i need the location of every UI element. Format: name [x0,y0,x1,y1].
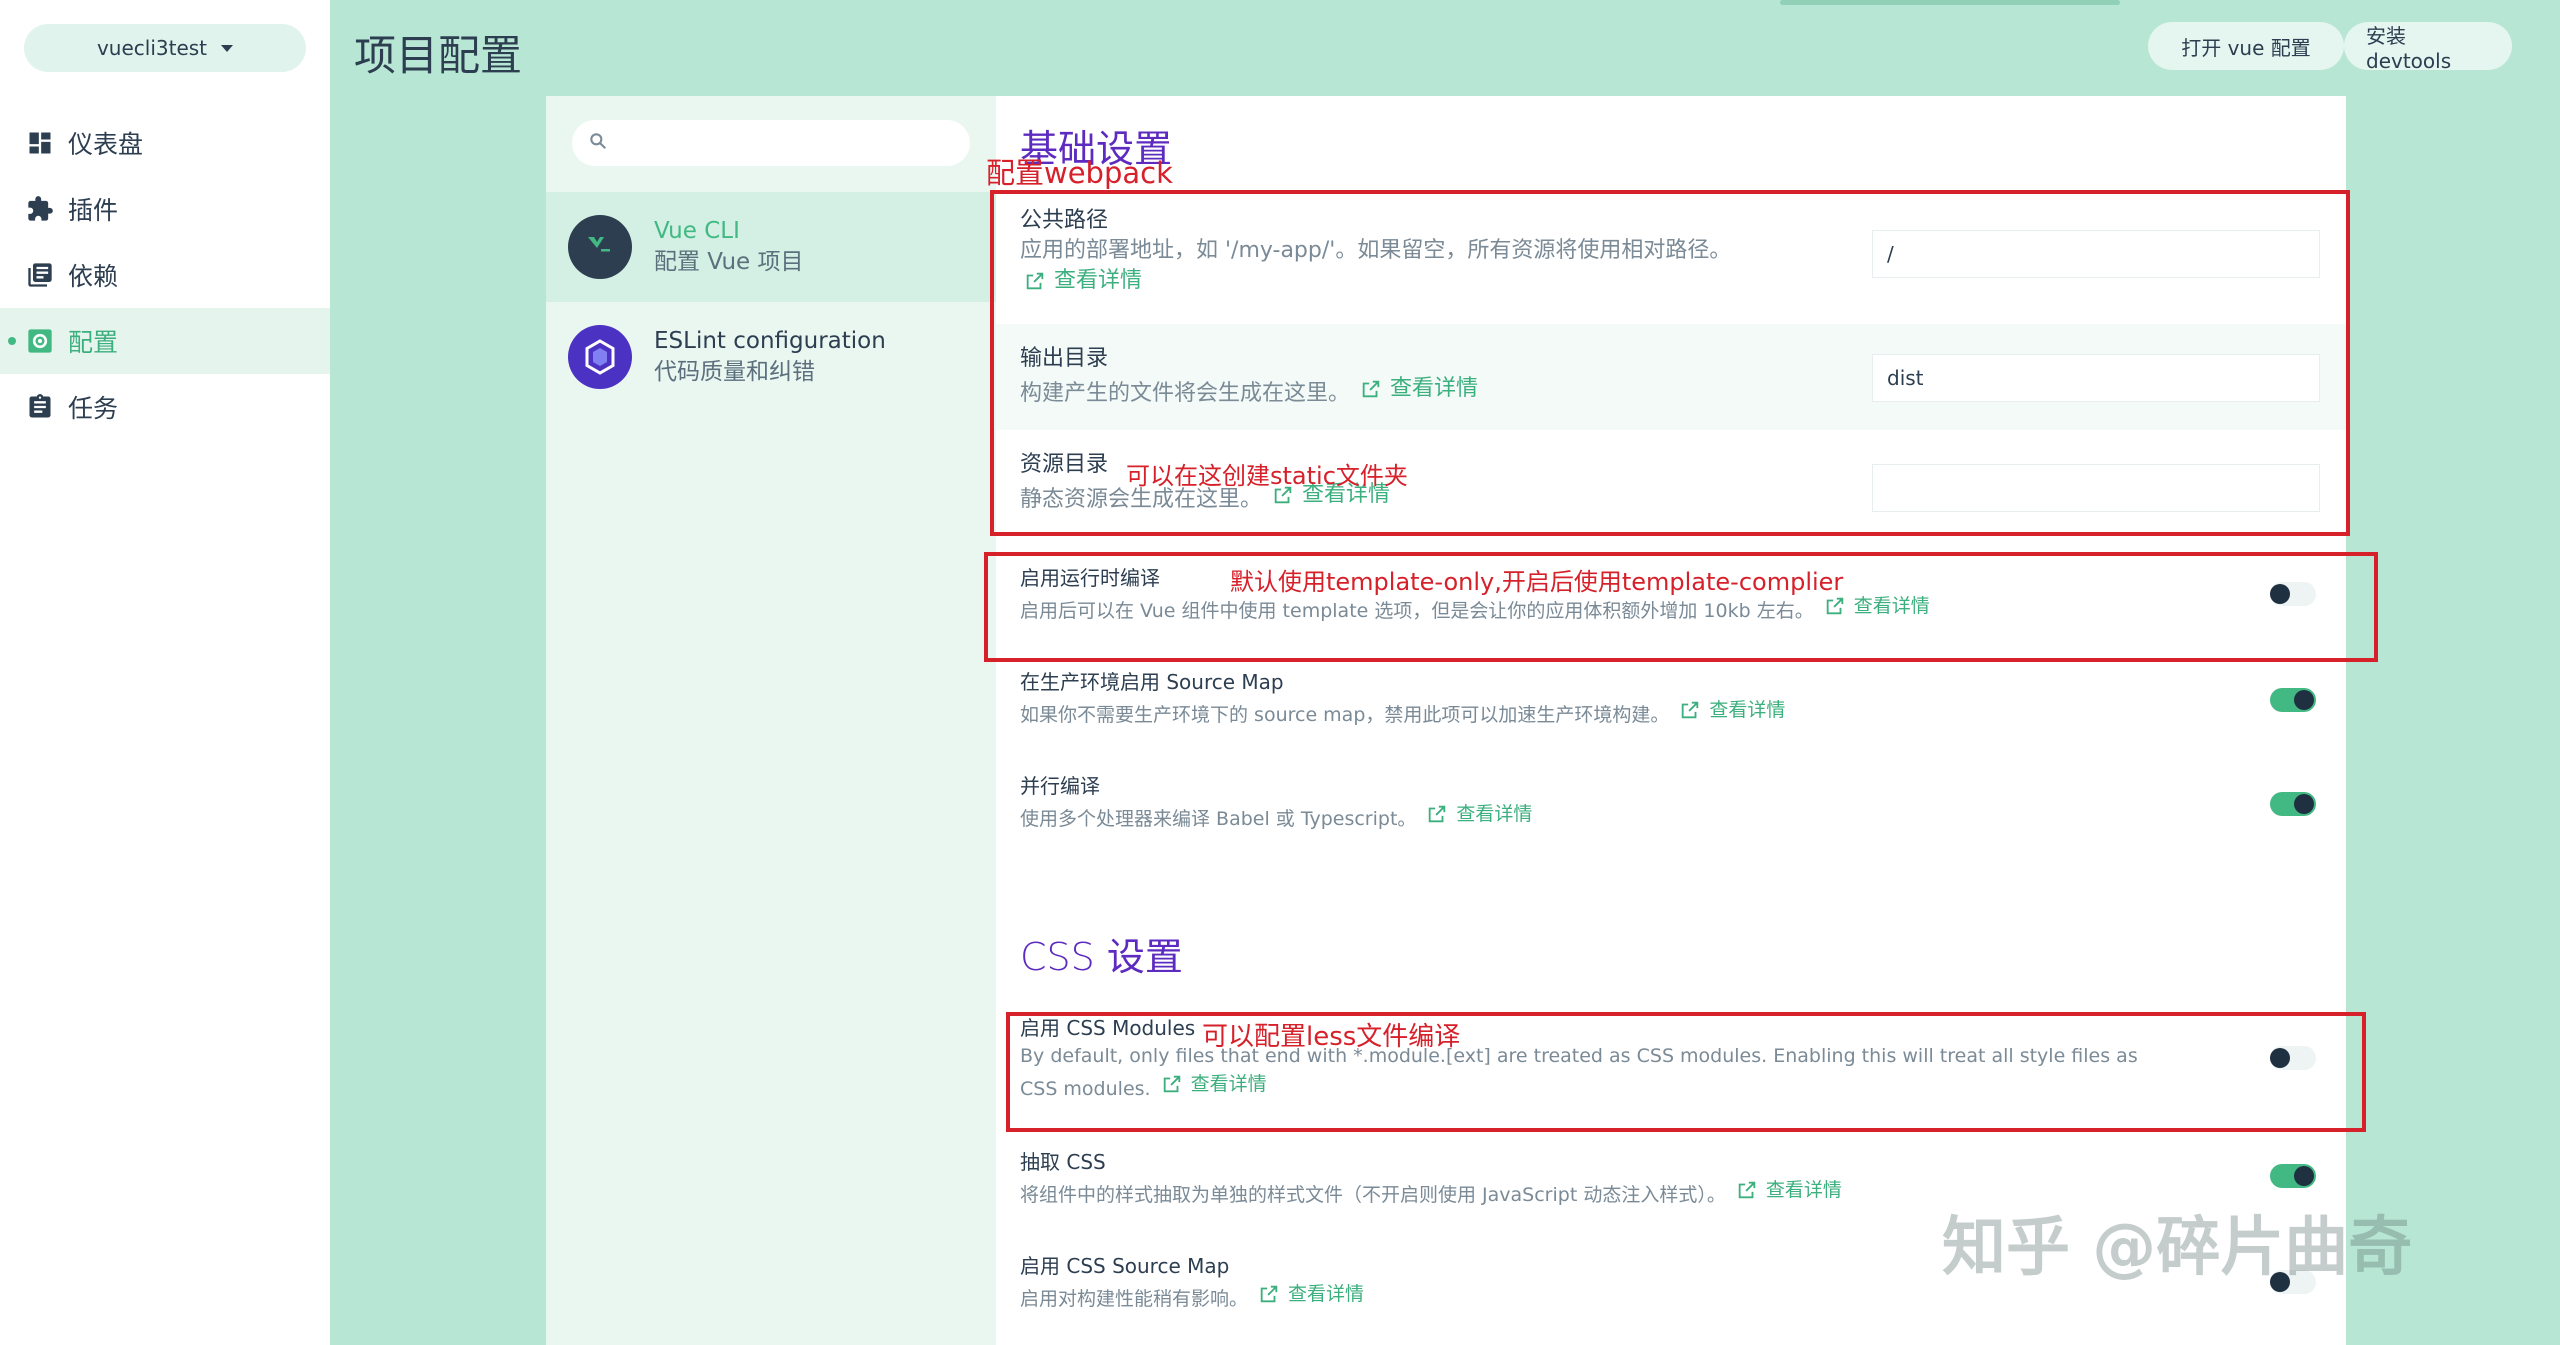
setting-desc: 如果你不需要生产环境下的 source map，禁用此项可以加速生产环境构建。 [1020,704,1670,726]
annotation-static-folder: 可以在这创建static文件夹 [1126,462,1408,490]
install-devtools-button[interactable]: 安装 devtools [2344,22,2512,73]
setting-desc: 将组件中的样式抽取为单独的样式文件（不开启则使用 JavaScript 动态注入… [1020,1184,1726,1206]
config-item-name: ESLint configuration [654,328,886,354]
sidebar-item-tasks[interactable]: 任务 [0,374,330,440]
config-item-vue-cli[interactable]: Vue CLI 配置 Vue 项目 [546,192,996,302]
page-title: 项目配置 [354,31,523,80]
setting-source-map: 在生产环境启用 Source Map 如果你不需要生产环境下的 source m… [996,668,2346,768]
watermark: 知乎 @碎片曲奇 [1942,1211,2413,1285]
settings-icon [24,325,56,357]
sidebar-item-label: 任务 [68,394,119,423]
loading-bar [1780,0,2120,5]
setting-desc: 启用对构建性能稍有影响。 [1020,1288,1249,1310]
open-vue-config-button[interactable]: 打开 vue 配置 [2148,22,2344,70]
extract-css-toggle[interactable] [2270,1164,2316,1188]
eslint-logo-icon [568,325,632,389]
annotation-webpack: 配置webpack [986,156,1173,190]
details-link[interactable]: 查看详情 [1258,1280,1364,1308]
sidebar-item-label: 依赖 [68,262,119,291]
search-box[interactable] [572,120,970,166]
sidebar-item-plugins[interactable]: 插件 [0,176,330,242]
sidebar-item-label: 配置 [68,328,119,357]
dashboard-icon [24,127,56,159]
config-item-desc: 配置 Vue 项目 [654,249,804,275]
search-input[interactable] [620,131,960,155]
project-selector[interactable]: vuecli3test [24,24,306,72]
section-title-css: CSS 设置 [1020,935,1183,979]
config-item-name: Vue CLI [654,218,740,244]
setting-title: 并行编译 [1020,774,1100,798]
setting-title: 在生产环境启用 Source Map [1020,670,1284,694]
details-link[interactable]: 查看详情 [1426,800,1532,828]
details-link[interactable]: 查看详情 [1679,696,1785,724]
setting-parallel: 并行编译 使用多个处理器来编译 Babel 或 Typescript。 查看详情 [996,772,2346,872]
caret-down-icon [221,44,234,52]
sidebar-item-dependencies[interactable]: 依赖 [0,242,330,308]
sidebar-item-config[interactable]: 配置 [0,308,330,374]
clipboard-icon [24,391,56,423]
config-item-eslint[interactable]: ESLint configuration 代码质量和纠错 [546,302,996,412]
external-link-icon [1429,805,1446,823]
setting-title: 抽取 CSS [1020,1150,1106,1174]
sidebar-item-dashboard[interactable]: 仪表盘 [0,110,330,176]
external-link-icon [1738,1181,1756,1199]
sidebar-item-label: 仪表盘 [68,130,144,159]
sidebar-nav: 仪表盘 插件 依赖 配置 任务 [0,110,330,440]
vue-cli-logo-icon [568,215,632,279]
project-name: vuecli3test [96,36,208,60]
parallel-toggle[interactable] [2270,792,2316,816]
source-map-toggle[interactable] [2270,688,2316,712]
annotation-less-note: 可以配置less文件编译 [1202,1022,1461,1052]
sidebar: vuecli3test 仪表盘 插件 依赖 配置 任务 [0,0,330,1345]
details-link[interactable]: 查看详情 [1736,1176,1842,1204]
library-icon [24,259,56,291]
external-link-icon [1260,1285,1278,1303]
config-list-panel: Vue CLI 配置 Vue 项目 ESLint configuration 代… [546,96,996,1345]
config-item-desc: 代码质量和纠错 [654,359,815,385]
search-icon [588,131,608,155]
setting-desc: 使用多个处理器来编译 Babel 或 Typescript。 [1020,808,1417,830]
annotation-runtime-note: 默认使用template-only,开启后使用template-complier [1230,568,1844,596]
puzzle-icon [24,193,56,225]
external-link-icon [1682,701,1699,719]
sidebar-item-label: 插件 [68,196,119,225]
